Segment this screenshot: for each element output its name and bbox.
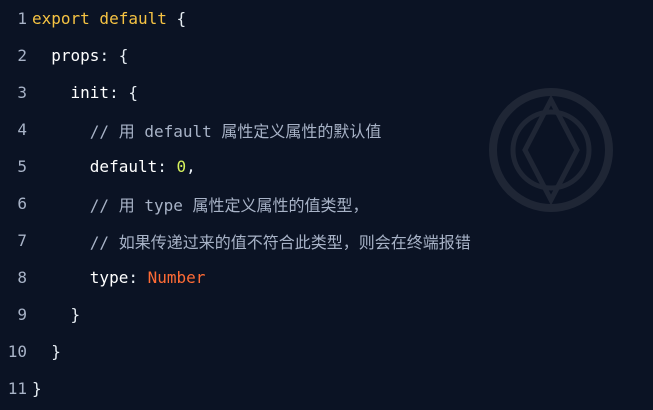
code-editor: 1 export default {2 props: {3 init: {4 //… bbox=[0, 0, 653, 410]
code-line: 8 type: Number bbox=[0, 259, 653, 296]
code-text: } bbox=[32, 305, 81, 324]
code-token: } bbox=[51, 342, 61, 361]
code-token: } bbox=[32, 379, 42, 398]
code-token: , bbox=[186, 157, 196, 176]
code-token: type bbox=[89, 268, 129, 287]
code-text: // 用 default 属性定义属性的默认值 bbox=[32, 118, 382, 142]
line-number: 5 bbox=[17, 157, 27, 176]
line-number: 6 bbox=[17, 194, 27, 213]
code-line: 4 // 用 default 属性定义属性的默认值 bbox=[0, 111, 653, 148]
line-number: 8 bbox=[17, 268, 27, 287]
code-line: 7 // 如果传递过来的值不符合此类型，则会在终端报错 bbox=[0, 222, 653, 259]
code-token: : bbox=[128, 268, 148, 287]
line-number: 11 bbox=[7, 379, 27, 398]
line-number: 2 bbox=[17, 46, 27, 65]
code-line: 11} bbox=[0, 370, 653, 407]
code-token: : { bbox=[99, 46, 129, 65]
code-token: { bbox=[166, 9, 187, 28]
code-line: 9 } bbox=[0, 296, 653, 333]
code-token: : { bbox=[109, 83, 138, 102]
line-number: 4 bbox=[17, 120, 27, 139]
code-token: export default bbox=[32, 9, 167, 28]
line-number: 1 bbox=[17, 9, 27, 28]
code-line: 2 props: { bbox=[0, 37, 653, 74]
code-line: 10 } bbox=[0, 333, 653, 370]
code-text: // 如果传递过来的值不符合此类型，则会在终端报错 bbox=[32, 229, 471, 253]
code-line: 3 init: { bbox=[0, 74, 653, 111]
code-token: init bbox=[70, 83, 110, 102]
code-token: // 如果传递过来的值不符合此类型，则会在终端报错 bbox=[89, 232, 471, 252]
code-token: // 用 default 属性定义属性的默认值 bbox=[89, 121, 382, 141]
code-token: default bbox=[89, 157, 158, 176]
code-token: } bbox=[70, 305, 81, 324]
code-token: Number bbox=[147, 268, 206, 287]
line-number: 3 bbox=[17, 83, 27, 102]
code-text: props: { bbox=[32, 46, 128, 65]
code-text: default: 0, bbox=[32, 157, 196, 176]
code-text: } bbox=[32, 342, 61, 361]
line-number: 10 bbox=[7, 342, 27, 361]
code-text: export default { bbox=[32, 9, 186, 28]
code-text: // 用 type 属性定义属性的值类型， bbox=[32, 192, 369, 216]
code-token: // 用 type 属性定义属性的值类型， bbox=[89, 195, 369, 215]
code-text: } bbox=[32, 379, 42, 398]
code-line: 6 // 用 type 属性定义属性的值类型， bbox=[0, 185, 653, 222]
code-token: props bbox=[51, 46, 100, 65]
code-text: type: Number bbox=[32, 268, 206, 287]
code-token: : bbox=[157, 157, 177, 176]
line-number: 7 bbox=[17, 231, 27, 250]
code-token: 0 bbox=[176, 157, 187, 176]
code-text: init: { bbox=[32, 83, 138, 102]
line-number: 9 bbox=[17, 305, 27, 324]
code-line: 1 export default { bbox=[0, 0, 653, 37]
code-line: 5 default: 0, bbox=[0, 148, 653, 185]
